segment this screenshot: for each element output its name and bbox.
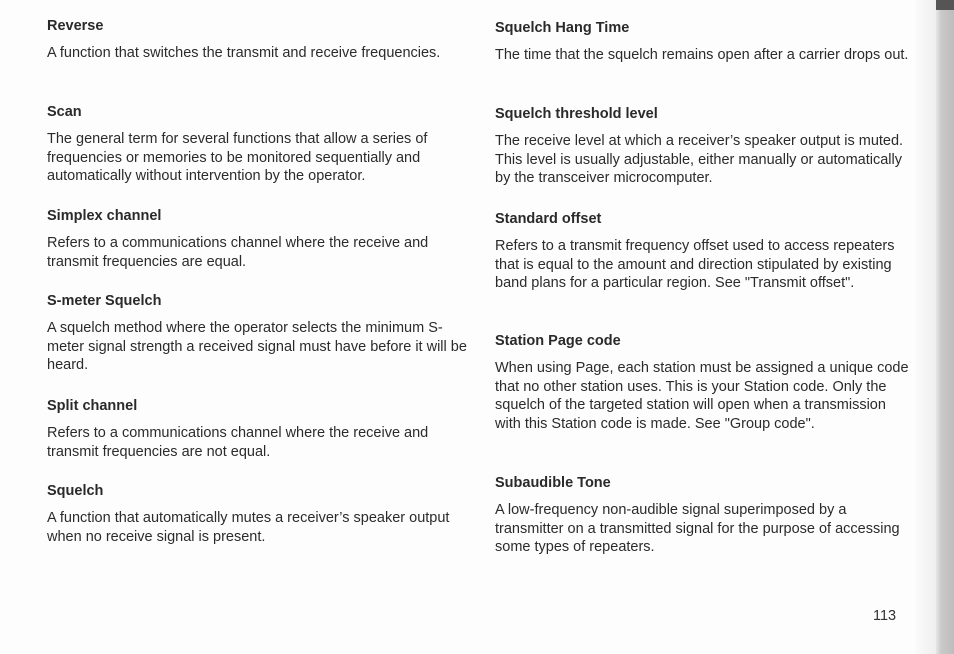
glossary-definition: A squelch method where the operator sele… (47, 320, 467, 373)
glossary-definition: A function that automatically mutes a re… (47, 510, 450, 545)
page-number: 113 (873, 608, 897, 624)
glossary-entry-scan: Scan The general term for several functi… (47, 103, 467, 186)
glossary-term: Simplex channel (47, 208, 162, 224)
glossary-definition: Refers to a communications channel where… (47, 235, 429, 270)
glossary-term: Squelch Hang Time (495, 20, 630, 36)
glossary-definition: A low-frequency non-audible signal super… (495, 502, 900, 555)
glossary-term: Reverse (47, 18, 104, 34)
page-edge-top (936, 0, 954, 10)
glossary-entry-standard-offset: Standard offset Refers to a transmit fre… (495, 210, 910, 293)
glossary-definition: When using Page, each station must be as… (495, 360, 909, 432)
glossary-entry-simplex-channel: Simplex channel Refers to a communicatio… (47, 207, 467, 271)
page-edge-shadow (936, 0, 954, 654)
manual-page: Reverse A function that switches the tra… (0, 0, 936, 654)
glossary-entry-squelch-hang-time: Squelch Hang Time The time that the sque… (495, 19, 910, 65)
glossary-term: S-meter Squelch (47, 293, 162, 309)
glossary-definition: A function that switches the transmit an… (47, 45, 441, 61)
glossary-entry-subaudible-tone: Subaudible Tone A low-frequency non-audi… (495, 474, 910, 557)
glossary-entry-squelch-threshold-level: Squelch threshold level The receive leve… (495, 105, 910, 188)
glossary-term: Standard offset (495, 211, 602, 227)
glossary-term: Squelch (47, 483, 104, 499)
glossary-term: Split channel (47, 398, 138, 414)
glossary-definition: The time that the squelch remains open a… (495, 47, 909, 63)
glossary-definition: Refers to a communications channel where… (47, 425, 429, 460)
glossary-term: Station Page code (495, 333, 621, 349)
page-gutter (915, 0, 936, 654)
glossary-term: Subaudible Tone (495, 475, 611, 491)
glossary-entry-reverse: Reverse A function that switches the tra… (47, 17, 467, 63)
glossary-definition: The receive level at which a receiver’s … (495, 133, 904, 186)
glossary-entry-split-channel: Split channel Refers to a communications… (47, 397, 467, 461)
glossary-definition: The general term for several functions t… (47, 131, 428, 184)
glossary-entry-station-page-code: Station Page code When using Page, each … (495, 332, 910, 433)
glossary-term: Scan (47, 104, 82, 120)
glossary-entry-squelch: Squelch A function that automatically mu… (47, 482, 467, 546)
glossary-definition: Refers to a transmit frequency offset us… (495, 238, 895, 291)
glossary-term: Squelch threshold level (495, 106, 658, 122)
glossary-entry-s-meter-squelch: S-meter Squelch A squelch method where t… (47, 292, 467, 375)
